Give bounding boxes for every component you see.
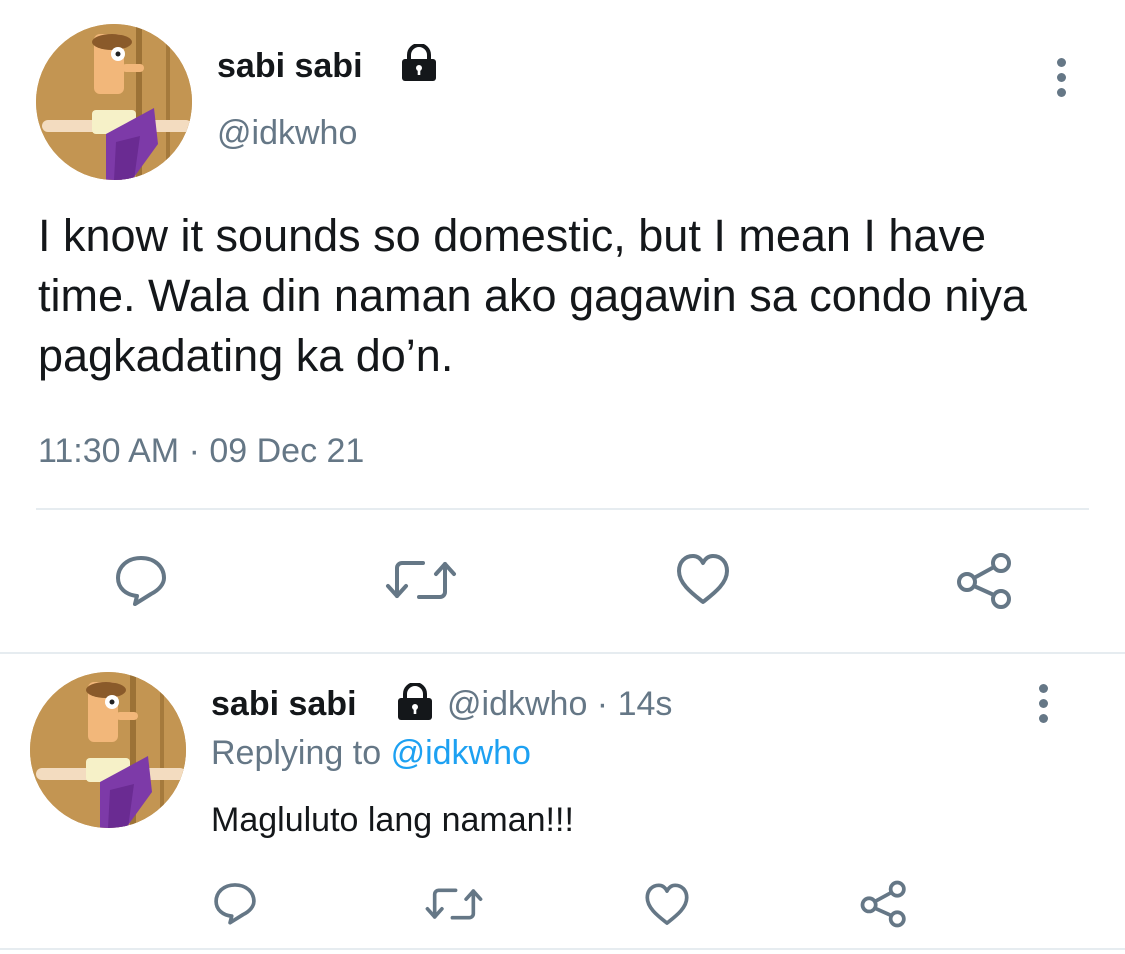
reply-icon[interactable] — [212, 880, 258, 926]
handle[interactable]: @idkwho — [217, 113, 357, 153]
retweet-icon[interactable] — [425, 884, 483, 924]
timestamp: 11:30 AM · 09 Dec 21 — [38, 432, 365, 470]
reply-icon[interactable] — [113, 552, 169, 608]
tweet-text: I know it sounds so domestic, but I mean… — [38, 210, 1027, 381]
replying-to-handle[interactable]: @idkwho — [391, 734, 531, 772]
divider — [36, 508, 1089, 510]
tweet-text: Magluluto lang naman!!! — [211, 801, 574, 839]
display-name[interactable]: sabi sabi — [211, 684, 357, 724]
more-icon[interactable] — [1039, 684, 1048, 729]
avatar[interactable] — [30, 672, 186, 828]
lock-icon — [395, 683, 435, 721]
avatar[interactable] — [36, 24, 192, 180]
display-name[interactable]: sabi sabi — [217, 46, 363, 86]
share-icon[interactable] — [955, 552, 1015, 610]
replying-to: Replying to @idkwho — [211, 733, 531, 773]
handle-time[interactable]: @idkwho · 14s — [447, 684, 672, 724]
divider — [0, 948, 1125, 950]
more-icon[interactable] — [1057, 58, 1066, 103]
divider — [0, 652, 1125, 654]
retweet-icon[interactable] — [385, 556, 457, 604]
lock-icon — [399, 44, 439, 82]
like-icon[interactable] — [642, 882, 692, 928]
replying-to-label: Replying to — [211, 734, 382, 772]
share-icon[interactable] — [859, 880, 909, 928]
like-icon[interactable] — [673, 552, 733, 608]
